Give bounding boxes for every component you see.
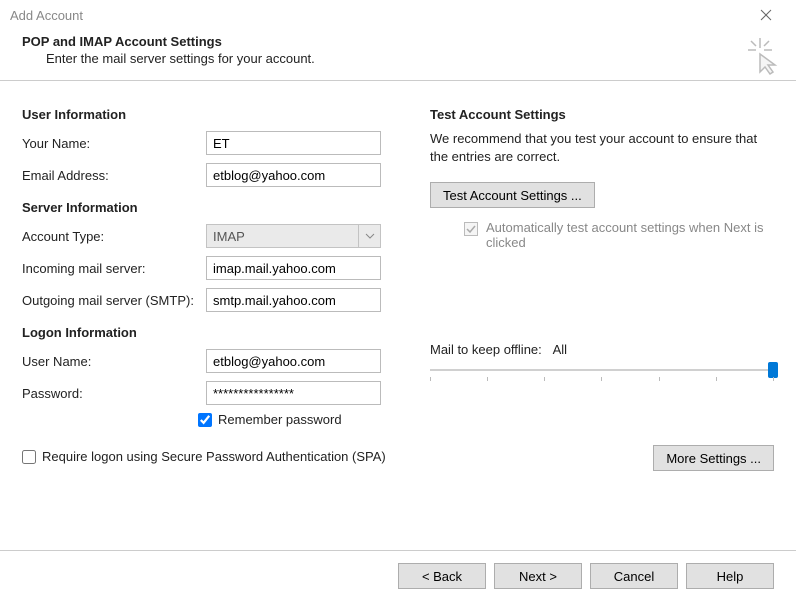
account-type-label: Account Type: (22, 229, 206, 244)
auto-test-row: Automatically test account settings when… (464, 220, 774, 250)
outgoing-server-label: Outgoing mail server (SMTP): (22, 293, 206, 308)
incoming-server-label: Incoming mail server: (22, 261, 206, 276)
test-settings-heading: Test Account Settings (430, 107, 774, 122)
test-settings-text: We recommend that you test your account … (430, 130, 774, 166)
slider-ticks (430, 377, 774, 383)
content-area: User Information Your Name: Email Addres… (0, 81, 796, 550)
header: POP and IMAP Account Settings Enter the … (0, 30, 796, 80)
incoming-server-input[interactable] (206, 256, 381, 280)
require-spa-label: Require logon using Secure Password Auth… (42, 449, 386, 464)
user-info-heading: User Information (22, 107, 402, 122)
add-account-dialog: Add Account POP and IMAP Account Setting… (0, 0, 796, 609)
slider-thumb[interactable] (768, 362, 778, 378)
user-name-input[interactable] (206, 349, 381, 373)
user-name-label: User Name: (22, 354, 206, 369)
back-button[interactable]: < Back (398, 563, 486, 589)
next-button[interactable]: Next > (494, 563, 582, 589)
right-column: Test Account Settings We recommend that … (430, 103, 774, 550)
email-address-input[interactable] (206, 163, 381, 187)
chevron-down-icon (358, 225, 380, 247)
window-title: Add Account (10, 8, 83, 23)
server-info-heading: Server Information (22, 200, 402, 215)
mail-offline-value: All (553, 342, 567, 357)
slider-track-line (430, 369, 774, 371)
require-spa-checkbox[interactable] (22, 450, 36, 464)
more-settings-button[interactable]: More Settings ... (653, 445, 774, 471)
auto-test-checkbox[interactable] (464, 222, 478, 236)
header-title: POP and IMAP Account Settings (22, 34, 774, 49)
header-subtitle: Enter the mail server settings for your … (22, 51, 774, 66)
check-icon (466, 224, 476, 234)
remember-password-label: Remember password (218, 412, 342, 427)
footer: < Back Next > Cancel Help (0, 550, 796, 609)
account-type-value: IMAP (213, 229, 245, 244)
your-name-input[interactable] (206, 131, 381, 155)
mail-offline-slider[interactable] (430, 363, 774, 385)
auto-test-label: Automatically test account settings when… (486, 220, 774, 250)
cursor-star-icon (742, 36, 782, 79)
password-input[interactable] (206, 381, 381, 405)
cancel-button[interactable]: Cancel (590, 563, 678, 589)
your-name-label: Your Name: (22, 136, 206, 151)
password-label: Password: (22, 386, 206, 401)
help-button[interactable]: Help (686, 563, 774, 589)
logon-info-heading: Logon Information (22, 325, 402, 340)
mail-offline-label: Mail to keep offline: All (430, 342, 774, 357)
require-spa-row[interactable]: Require logon using Secure Password Auth… (22, 449, 402, 464)
outgoing-server-input[interactable] (206, 288, 381, 312)
left-column: User Information Your Name: Email Addres… (22, 103, 402, 550)
test-account-settings-button[interactable]: Test Account Settings ... (430, 182, 595, 208)
remember-password-checkbox[interactable] (198, 413, 212, 427)
remember-password-row[interactable]: Remember password (198, 412, 402, 427)
account-type-select[interactable]: IMAP (206, 224, 381, 248)
email-address-label: Email Address: (22, 168, 206, 183)
close-icon (760, 9, 772, 21)
close-button[interactable] (746, 0, 786, 30)
titlebar: Add Account (0, 0, 796, 30)
